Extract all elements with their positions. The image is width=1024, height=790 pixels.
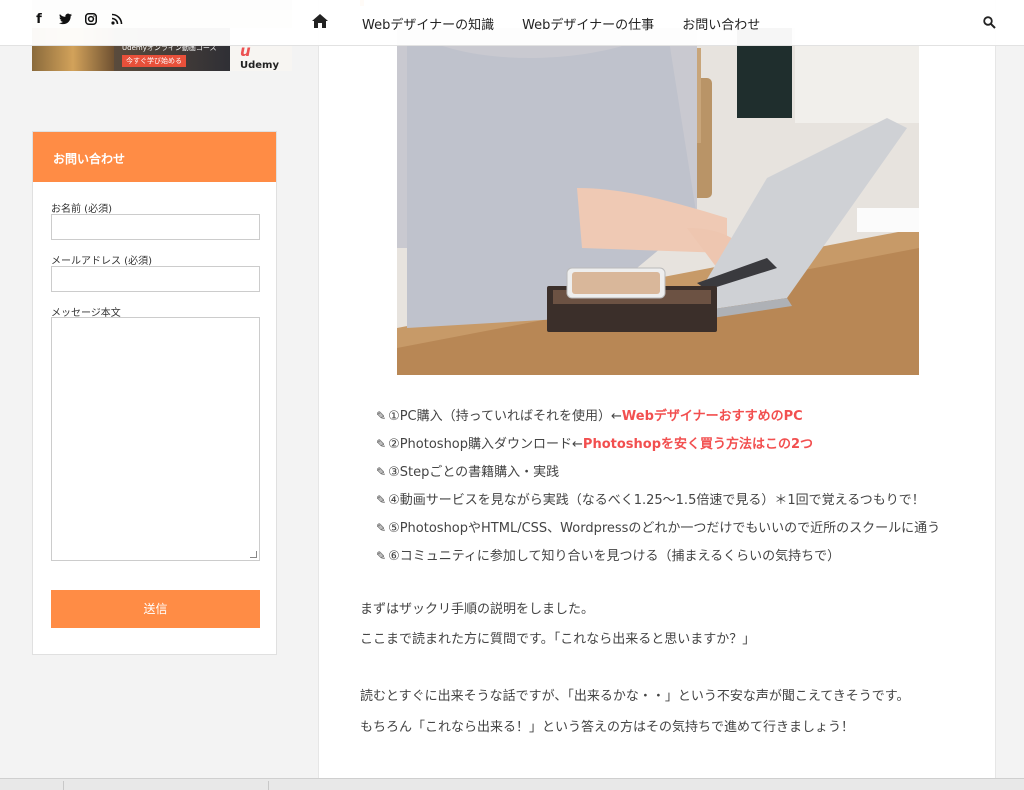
email-label: メールアドレス (必須) xyxy=(51,256,152,267)
nav-item-web-designer-knowledge[interactable]: Webデザイナーの知識 xyxy=(362,14,494,33)
article-content: ✎ ①PC購入（持っていればそれを使用）←WebデザイナーおすすめのPC ✎ ②Ph… xyxy=(318,0,996,790)
main-menu: Webデザイナーの知識 Webデザイナーの仕事 お問い合わせ xyxy=(362,14,760,33)
message-field[interactable] xyxy=(51,317,260,561)
scroll-divider xyxy=(63,781,64,790)
article-photo xyxy=(397,28,919,375)
paragraph: もちろん「これなら出来る！」という答えの方はその気持ちで進めて行きましょう！ xyxy=(360,720,855,735)
pencil-icon: ✎ xyxy=(376,409,387,423)
home-icon[interactable] xyxy=(312,13,328,29)
list-item: ✎ ④動画サービスを見ながら実践（なるべく1.25～1.5倍速で見る）＊1回で覚え… xyxy=(376,493,925,508)
contact-widget-title: お問い合わせ xyxy=(33,132,276,182)
paragraph: 読むとすぐに出来そうな話ですが、「出来るかな・・」という不安な声が聞こえてきそう… xyxy=(360,689,910,704)
bottom-scrollbar[interactable] xyxy=(0,778,1024,790)
link-photoshop-cheap[interactable]: Photoshopを安く買う方法はこの2つ xyxy=(583,437,813,452)
list-item: ✎ ③Stepごとの書籍購入・実践 xyxy=(376,465,560,480)
pencil-icon: ✎ xyxy=(376,437,387,451)
instagram-icon[interactable] xyxy=(84,13,98,27)
submit-button[interactable]: 送信 xyxy=(51,590,260,628)
contact-widget: お問い合わせ お名前 (必須) メールアドレス (必須) メッセージ本文 送信 xyxy=(32,131,277,655)
nav-item-web-designer-job[interactable]: Webデザイナーの仕事 xyxy=(522,14,654,33)
paragraph: ここまで読まれた方に質問です。「これなら出来ると思いますか？」 xyxy=(360,632,756,647)
scroll-divider xyxy=(268,781,269,790)
step-list: ✎ ①PC購入（持っていればそれを使用）←WebデザイナーおすすめのPC ✎ ②Ph… xyxy=(376,407,940,575)
search-icon[interactable] xyxy=(983,14,997,29)
list-item: ✎ ⑤PhotoshopやHTML/CSS、Wordpressのどれか一つだけでも… xyxy=(376,521,941,536)
list-item: ✎ ②Photoshop購入ダウンロード←Photoshopを安く買う方法はこの2… xyxy=(376,437,814,452)
name-field[interactable] xyxy=(51,214,260,240)
rss-icon[interactable] xyxy=(110,13,124,27)
name-label: お名前 (必須) xyxy=(51,204,112,215)
link-recommended-pc[interactable]: WebデザイナーおすすめのPC xyxy=(622,409,803,424)
top-navigation: f Webデザイナーの知識 Webデザイナーの仕事 お問い合わせ xyxy=(0,0,1024,46)
list-item: ✎ ⑥コミュニティに参加して知り合いを見つける（捕まえるくらいの気持ちで） xyxy=(376,549,841,564)
twitter-icon[interactable] xyxy=(58,13,72,27)
pencil-icon: ✎ xyxy=(376,493,387,507)
paragraph: まずはザックリ手順の説明をしました。 xyxy=(360,602,595,617)
banner-button[interactable]: 今すぐ学び始める xyxy=(122,55,186,67)
resize-handle[interactable] xyxy=(250,551,257,558)
social-links: f xyxy=(32,13,124,27)
pencil-icon: ✎ xyxy=(376,465,387,479)
pencil-icon: ✎ xyxy=(376,549,387,563)
nav-item-contact[interactable]: お問い合わせ xyxy=(682,14,760,33)
email-field[interactable] xyxy=(51,266,260,292)
facebook-icon[interactable]: f xyxy=(32,13,46,27)
pencil-icon: ✎ xyxy=(376,521,387,535)
udemy-logo: u Udemy xyxy=(240,42,279,71)
list-item: ✎ ①PC購入（持っていればそれを使用）←WebデザイナーおすすめのPC xyxy=(376,409,803,424)
